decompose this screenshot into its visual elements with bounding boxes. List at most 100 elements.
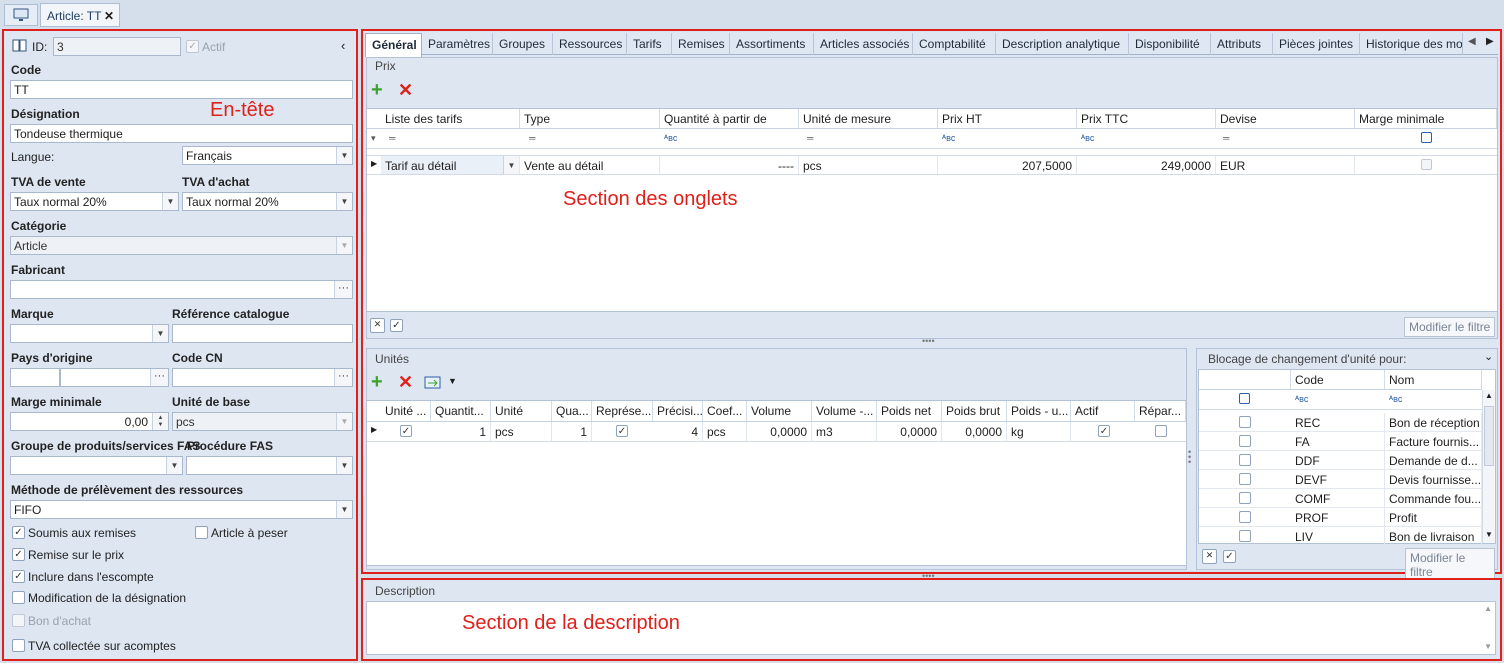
remise-prix-checkbox[interactable]: ✓ <box>12 548 25 561</box>
blocage-checkbox[interactable] <box>1239 511 1251 523</box>
chevron-down-icon[interactable]: ▼ <box>336 457 352 474</box>
filter-equals-icon[interactable]: ═ <box>807 133 813 143</box>
clear-filter-icon[interactable]: ✕ <box>1202 549 1217 564</box>
ellipsis-icon[interactable]: ··· <box>334 369 352 386</box>
marque-select[interactable]: ▼ <box>10 324 169 343</box>
tab-parametres[interactable]: Paramètres <box>422 33 493 55</box>
pays-name-field[interactable]: ··· <box>60 368 169 387</box>
col-header[interactable]: Volume <box>747 401 812 421</box>
table-row[interactable]: ▶ ✓ 1 pcs 1 ✓ 4 pcs 0,0000 m3 0,0000 0,0… <box>367 422 1186 442</box>
filter-text-icon[interactable]: ᴬʙᴄ <box>1295 394 1308 404</box>
delete-icon[interactable]: ✕ <box>398 81 413 99</box>
col-header[interactable]: Répar... <box>1135 401 1186 421</box>
add-icon[interactable]: + <box>371 80 383 100</box>
langue-select[interactable]: Français ▼ <box>182 146 353 165</box>
filter-equals-icon[interactable]: ═ <box>389 133 395 143</box>
chevron-down-icon[interactable]: ▼ <box>336 501 352 518</box>
blocage-checkbox[interactable] <box>1239 435 1251 447</box>
marge-min-checkbox[interactable] <box>1421 159 1432 170</box>
filter-equals-icon[interactable]: ═ <box>529 133 535 143</box>
filter-checkbox[interactable] <box>1421 132 1432 143</box>
col-header[interactable]: Précisi... <box>653 401 703 421</box>
splitter-handle[interactable]: •••• <box>922 336 935 346</box>
chevron-down-icon[interactable]: ▼ <box>152 325 168 342</box>
blocage-checkbox[interactable] <box>1239 416 1251 428</box>
blocage-checkbox[interactable] <box>1239 492 1251 504</box>
tab-attributs[interactable]: Attributs <box>1211 33 1273 55</box>
scroll-up-icon[interactable]: ▲ <box>1484 604 1492 613</box>
tab-historique[interactable]: Historique des mod <box>1360 33 1463 55</box>
ellipsis-icon[interactable]: ··· <box>150 369 168 386</box>
list-item[interactable]: PROF Profit <box>1199 508 1482 527</box>
col-header[interactable]: Nom <box>1385 370 1482 389</box>
col-header[interactable]: Actif <box>1071 401 1135 421</box>
enable-filter-checkbox[interactable]: ✓ <box>390 319 403 332</box>
col-header[interactable]: Quantité à partir de <box>660 109 799 128</box>
methode-select[interactable]: FIFO ▼ <box>10 500 353 519</box>
blocage-checkbox[interactable] <box>1239 473 1251 485</box>
col-header[interactable]: Prix TTC <box>1077 109 1216 128</box>
fabricant-field[interactable]: ··· <box>10 280 353 299</box>
list-item[interactable]: DDF Demande de d... <box>1199 451 1482 470</box>
code-field[interactable]: TT <box>10 80 353 99</box>
tva-vente-select[interactable]: Taux normal 20% ▼ <box>10 192 179 211</box>
tab-groupes[interactable]: Groupes <box>493 33 553 55</box>
col-header[interactable]: Représe... <box>592 401 653 421</box>
home-tab[interactable] <box>4 4 38 26</box>
col-header[interactable]: Unité <box>491 401 552 421</box>
enable-filter-checkbox[interactable]: ✓ <box>1223 550 1236 563</box>
col-header[interactable]: Code <box>1291 370 1385 389</box>
represente-checkbox[interactable]: ✓ <box>616 425 628 437</box>
filter-text-icon[interactable]: ᴬʙᴄ <box>942 133 955 143</box>
col-header[interactable]: Type <box>520 109 660 128</box>
convert-icon[interactable] <box>424 376 442 390</box>
col-header[interactable]: Marge minimale <box>1355 109 1497 128</box>
chevron-down-icon[interactable]: ▼ <box>448 376 457 386</box>
chevron-down-icon[interactable]: ▼ <box>503 156 519 174</box>
modif-designation-checkbox[interactable] <box>12 591 25 604</box>
list-item[interactable]: REC Bon de réception <box>1199 413 1482 432</box>
cell-liste-tarifs[interactable]: Tarif au détail ▼ <box>381 156 520 174</box>
tab-description-analytique[interactable]: Description analytique <box>996 33 1129 55</box>
ellipsis-icon[interactable]: ··· <box>334 281 352 298</box>
code-cn-field[interactable]: ··· <box>172 368 353 387</box>
ref-catalogue-field[interactable] <box>172 324 353 343</box>
repartition-checkbox[interactable] <box>1155 425 1167 437</box>
soumis-remises-checkbox[interactable]: ✓ <box>12 526 25 539</box>
tab-articles-associes[interactable]: Articles associés <box>814 33 913 55</box>
list-item[interactable]: FA Facture fournis... <box>1199 432 1482 451</box>
tab-assortiments[interactable]: Assortiments <box>730 33 814 55</box>
actif-checkbox[interactable]: ✓ <box>1098 425 1110 437</box>
close-icon[interactable]: ✕ <box>104 9 114 23</box>
filter-checkbox[interactable] <box>1239 393 1250 404</box>
pays-code-field[interactable] <box>10 368 60 387</box>
blocage-checkbox[interactable] <box>1239 454 1251 466</box>
spinner-icon[interactable]: ▲ ▼ <box>152 413 168 430</box>
tab-general[interactable]: Général <box>365 33 422 57</box>
scroll-down-icon[interactable]: ▼ <box>1485 530 1493 539</box>
article-tab[interactable]: Article: TT ✕ <box>40 3 120 27</box>
col-header[interactable]: Unité de mesure <box>799 109 938 128</box>
designation-field[interactable]: Tondeuse thermique <box>10 124 353 143</box>
filter-text-icon[interactable]: ᴬʙᴄ <box>1081 133 1094 143</box>
col-header[interactable]: Poids net <box>877 401 942 421</box>
groupe-fas-select[interactable]: ▼ <box>10 456 183 475</box>
filter-text-icon[interactable]: ᴬʙᴄ <box>664 133 677 143</box>
col-header[interactable]: Poids - u... <box>1007 401 1071 421</box>
tab-disponibilite[interactable]: Disponibilité <box>1129 33 1211 55</box>
chevron-down-icon[interactable]: ▼ <box>336 147 352 164</box>
article-a-peser-checkbox[interactable] <box>195 526 208 539</box>
tva-achat-select[interactable]: Taux normal 20% ▼ <box>182 192 353 211</box>
chevron-down-icon[interactable]: ▼ <box>166 457 182 474</box>
col-header[interactable]: Quantit... <box>431 401 491 421</box>
list-item[interactable]: LIV Bon de livraison <box>1199 527 1482 544</box>
blocage-scrollbar[interactable]: ▲ ▼ <box>1482 390 1495 543</box>
scroll-down-icon[interactable]: ▼ <box>1484 642 1492 651</box>
add-icon[interactable]: + <box>371 372 383 392</box>
table-row[interactable]: ▶ Tarif au détail ▼ Vente au détail ---- … <box>367 155 1497 175</box>
vertical-splitter-handle[interactable]: • • • <box>1188 448 1191 467</box>
unite-checkbox[interactable]: ✓ <box>400 425 412 437</box>
col-header[interactable]: Volume -... <box>812 401 877 421</box>
escompte-checkbox[interactable]: ✓ <box>12 570 25 583</box>
scrollbar-thumb[interactable] <box>1484 406 1494 466</box>
